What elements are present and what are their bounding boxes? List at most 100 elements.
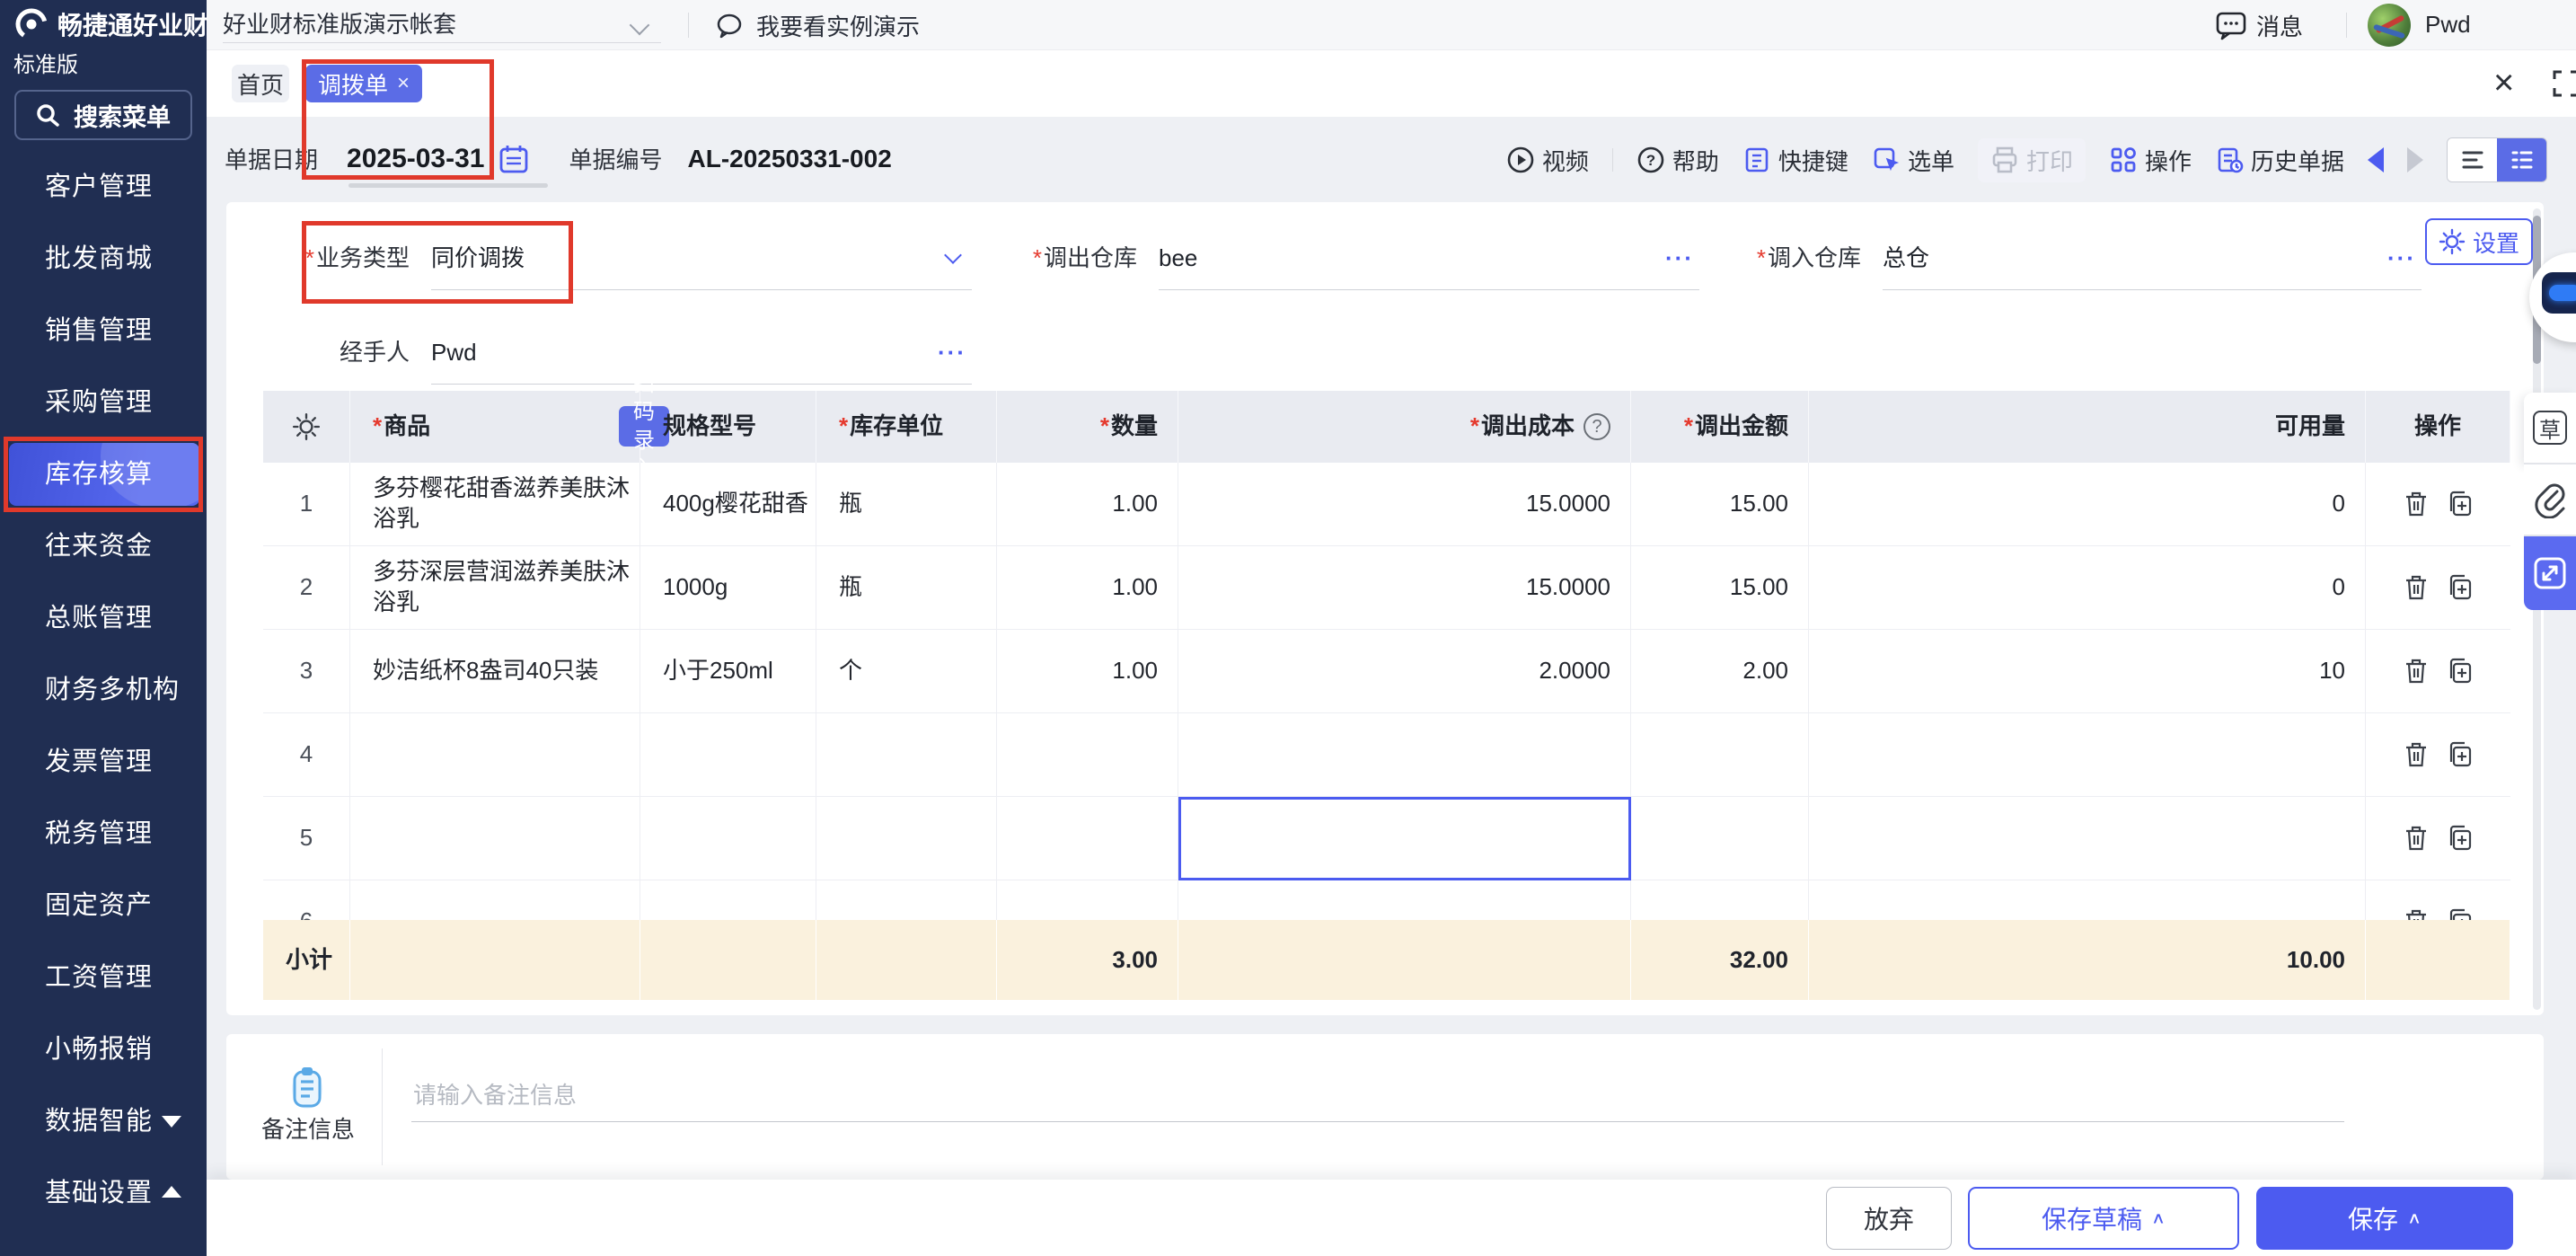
expand-panel-button[interactable] [2524, 536, 2576, 610]
pick-order-button[interactable]: 选单 [1872, 144, 1954, 177]
out-warehouse-picker[interactable]: bee ··· [1159, 226, 1699, 290]
cell-product[interactable]: 多芬深层营润滋养美肤沐浴乳 [350, 546, 640, 629]
tab-close-icon[interactable]: × [397, 71, 410, 96]
cell-unit[interactable] [816, 797, 997, 880]
copy-row-icon[interactable] [2446, 907, 2475, 920]
cell-qty[interactable] [997, 880, 1178, 920]
agent-picker[interactable]: Pwd ··· [431, 320, 972, 385]
business-type-select[interactable]: 同价调拨 [431, 226, 972, 290]
actions-button[interactable]: 操作 [2109, 144, 2192, 177]
sidebar-item-tax[interactable]: 税务管理 [0, 816, 207, 852]
delete-row-icon[interactable] [2403, 907, 2430, 920]
sidebar-item-settings[interactable]: 基础设置 [0, 1175, 207, 1211]
sidebar-item-payroll[interactable]: 工资管理 [0, 960, 207, 995]
prev-arrow-icon[interactable] [2368, 147, 2384, 172]
sidebar-item-funds[interactable]: 往来资金 [0, 528, 207, 564]
copy-row-icon[interactable] [2446, 740, 2475, 769]
avatar[interactable] [2368, 4, 2411, 47]
cell-spec[interactable] [640, 797, 816, 880]
discard-button[interactable]: 放弃 [1826, 1187, 1952, 1250]
cell-product[interactable] [350, 797, 640, 880]
remark-input[interactable] [411, 1070, 2344, 1122]
sidebar-item-assets[interactable]: 固定资产 [0, 888, 207, 924]
cell-product[interactable]: 妙洁纸杯8盎司40只装 [350, 630, 640, 712]
tab-transfer-order[interactable]: 调拨单 × [305, 65, 422, 102]
cell-spec[interactable] [640, 880, 816, 920]
cell-qty[interactable]: 1.00 [997, 463, 1178, 545]
sidebar-item-inventory[interactable]: 库存核算 [0, 456, 207, 492]
copy-row-icon[interactable] [2446, 490, 2475, 518]
cell-amount[interactable] [1631, 713, 1809, 796]
hotkey-button[interactable]: 快捷键 [1742, 144, 1848, 177]
more-picker-icon[interactable]: ··· [2387, 226, 2416, 290]
cell-spec[interactable]: 400g樱花甜香 [640, 463, 816, 545]
cell-qty[interactable]: 1.00 [997, 546, 1178, 629]
attachment-button[interactable] [2524, 464, 2576, 536]
copy-row-icon[interactable] [2446, 573, 2475, 602]
cell-cost[interactable] [1178, 713, 1631, 796]
save-button[interactable]: 保存∧ [2256, 1187, 2513, 1250]
copy-row-icon[interactable] [2446, 824, 2475, 853]
cell-amount[interactable]: 15.00 [1631, 463, 1809, 545]
history-button[interactable]: 历史单据 [2215, 144, 2344, 177]
delete-row-icon[interactable] [2403, 824, 2430, 853]
messages-button[interactable]: 消息 [2215, 9, 2303, 42]
cell-cost[interactable] [1178, 880, 1631, 920]
cell-cost[interactable]: 15.0000 [1178, 463, 1631, 545]
cell-unit[interactable] [816, 713, 997, 796]
sidebar-item-wholesale[interactable]: 批发商城 [0, 241, 207, 277]
cell-unit[interactable] [816, 880, 997, 920]
sidebar-item-customer[interactable]: 客户管理 [0, 169, 207, 205]
cell-unit[interactable]: 瓶 [816, 463, 997, 545]
tab-home[interactable]: 首页 [232, 65, 289, 102]
sidebar-item-expense[interactable]: 小畅报销 [0, 1031, 207, 1067]
help-circle-icon[interactable]: ? [1584, 413, 1610, 440]
sidebar-item-ledger[interactable]: 总账管理 [0, 600, 207, 636]
delete-row-icon[interactable] [2403, 657, 2430, 685]
sidebar-item-purchase[interactable]: 采购管理 [0, 385, 207, 420]
cell-qty[interactable] [997, 797, 1178, 880]
menu-search-input[interactable]: 搜索菜单 [14, 90, 192, 140]
cell-spec[interactable] [640, 713, 816, 796]
cell-qty[interactable] [997, 713, 1178, 796]
video-button[interactable]: 视频 [1506, 144, 1589, 177]
calendar-icon[interactable] [498, 144, 529, 174]
cell-amount[interactable] [1631, 797, 1809, 880]
view-toggle-list[interactable] [2497, 138, 2546, 181]
cell-product[interactable]: 多芬樱花甜香滋养美肤沐浴乳 [350, 463, 640, 545]
fullscreen-icon[interactable] [2553, 70, 2576, 97]
cell-spec[interactable]: 小于250ml [640, 630, 816, 712]
cell-spec[interactable]: 1000g [640, 546, 816, 629]
cell-cost[interactable]: 15.0000 [1178, 546, 1631, 629]
settings-button[interactable]: 设置 [2425, 218, 2533, 265]
sidebar-item-sales[interactable]: 销售管理 [0, 313, 207, 349]
cell-product[interactable] [350, 880, 640, 920]
sidebar-item-data-intel[interactable]: 数据智能 [0, 1103, 207, 1139]
account-select[interactable]: 好业财标准版演示帐套 [223, 7, 661, 43]
close-page-icon[interactable]: × [2493, 59, 2514, 106]
more-picker-icon[interactable]: ··· [938, 320, 966, 385]
help-button[interactable]: ? 帮助 [1636, 144, 1719, 177]
cell-cost-focused[interactable] [1178, 797, 1631, 880]
save-draft-button[interactable]: 保存草稿∧ [1968, 1187, 2239, 1250]
cell-cost[interactable]: 2.0000 [1178, 630, 1631, 712]
delete-row-icon[interactable] [2403, 573, 2430, 602]
next-arrow-icon[interactable] [2407, 147, 2423, 172]
delete-row-icon[interactable] [2403, 490, 2430, 518]
more-picker-icon[interactable]: ··· [1665, 226, 1694, 290]
sidebar-item-invoice[interactable]: 发票管理 [0, 744, 207, 780]
copy-row-icon[interactable] [2446, 657, 2475, 685]
column-settings-gear[interactable] [263, 391, 350, 463]
delete-row-icon[interactable] [2403, 740, 2430, 769]
draft-box-button[interactable]: 草 [2524, 393, 2576, 464]
cell-unit[interactable]: 瓶 [816, 546, 997, 629]
demo-link[interactable]: 我要看实例演示 [715, 9, 920, 42]
cell-qty[interactable]: 1.00 [997, 630, 1178, 712]
cell-unit[interactable]: 个 [816, 630, 997, 712]
cell-amount[interactable]: 15.00 [1631, 546, 1809, 629]
cell-amount[interactable] [1631, 880, 1809, 920]
view-toggle-table[interactable] [2448, 138, 2497, 181]
cell-product[interactable] [350, 713, 640, 796]
in-warehouse-picker[interactable]: 总仓 ··· [1883, 226, 2422, 290]
cell-amount[interactable]: 2.00 [1631, 630, 1809, 712]
